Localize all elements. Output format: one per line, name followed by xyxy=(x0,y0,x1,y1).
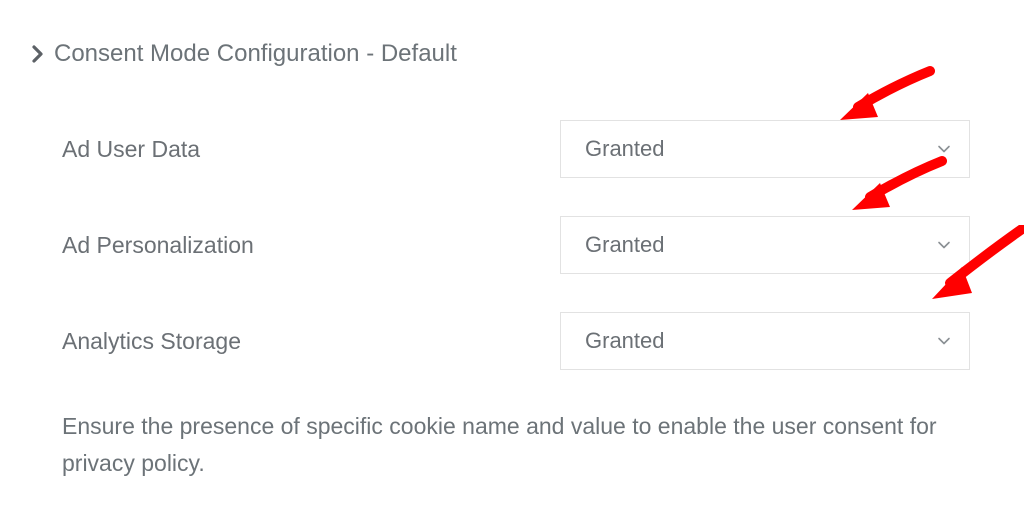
section-header[interactable]: Consent Mode Configuration - Default xyxy=(32,40,1024,68)
select-value: Granted xyxy=(585,232,665,258)
select-ad-personalization[interactable]: Granted xyxy=(560,216,970,274)
form-row-ad-user-data: Ad User Data Granted xyxy=(62,120,970,178)
select-value: Granted xyxy=(585,328,665,354)
label-ad-personalization: Ad Personalization xyxy=(62,232,560,259)
label-analytics-storage: Analytics Storage xyxy=(62,328,560,355)
label-ad-user-data: Ad User Data xyxy=(62,136,560,163)
chevron-down-icon xyxy=(937,238,951,252)
chevron-down-icon xyxy=(937,334,951,348)
form-rows: Ad User Data Granted Ad Personalization … xyxy=(32,120,1024,370)
chevron-down-icon xyxy=(937,142,951,156)
section-title: Consent Mode Configuration - Default xyxy=(54,40,457,68)
form-row-ad-personalization: Ad Personalization Granted xyxy=(62,216,970,274)
select-analytics-storage[interactable]: Granted xyxy=(560,312,970,370)
chevron-right-icon xyxy=(32,45,44,63)
select-value: Granted xyxy=(585,136,665,162)
select-ad-user-data[interactable]: Granted xyxy=(560,120,970,178)
annotation-arrow-icon xyxy=(840,65,940,125)
form-row-analytics-storage: Analytics Storage Granted xyxy=(62,312,970,370)
description-text: Ensure the presence of specific cookie n… xyxy=(32,408,1024,482)
